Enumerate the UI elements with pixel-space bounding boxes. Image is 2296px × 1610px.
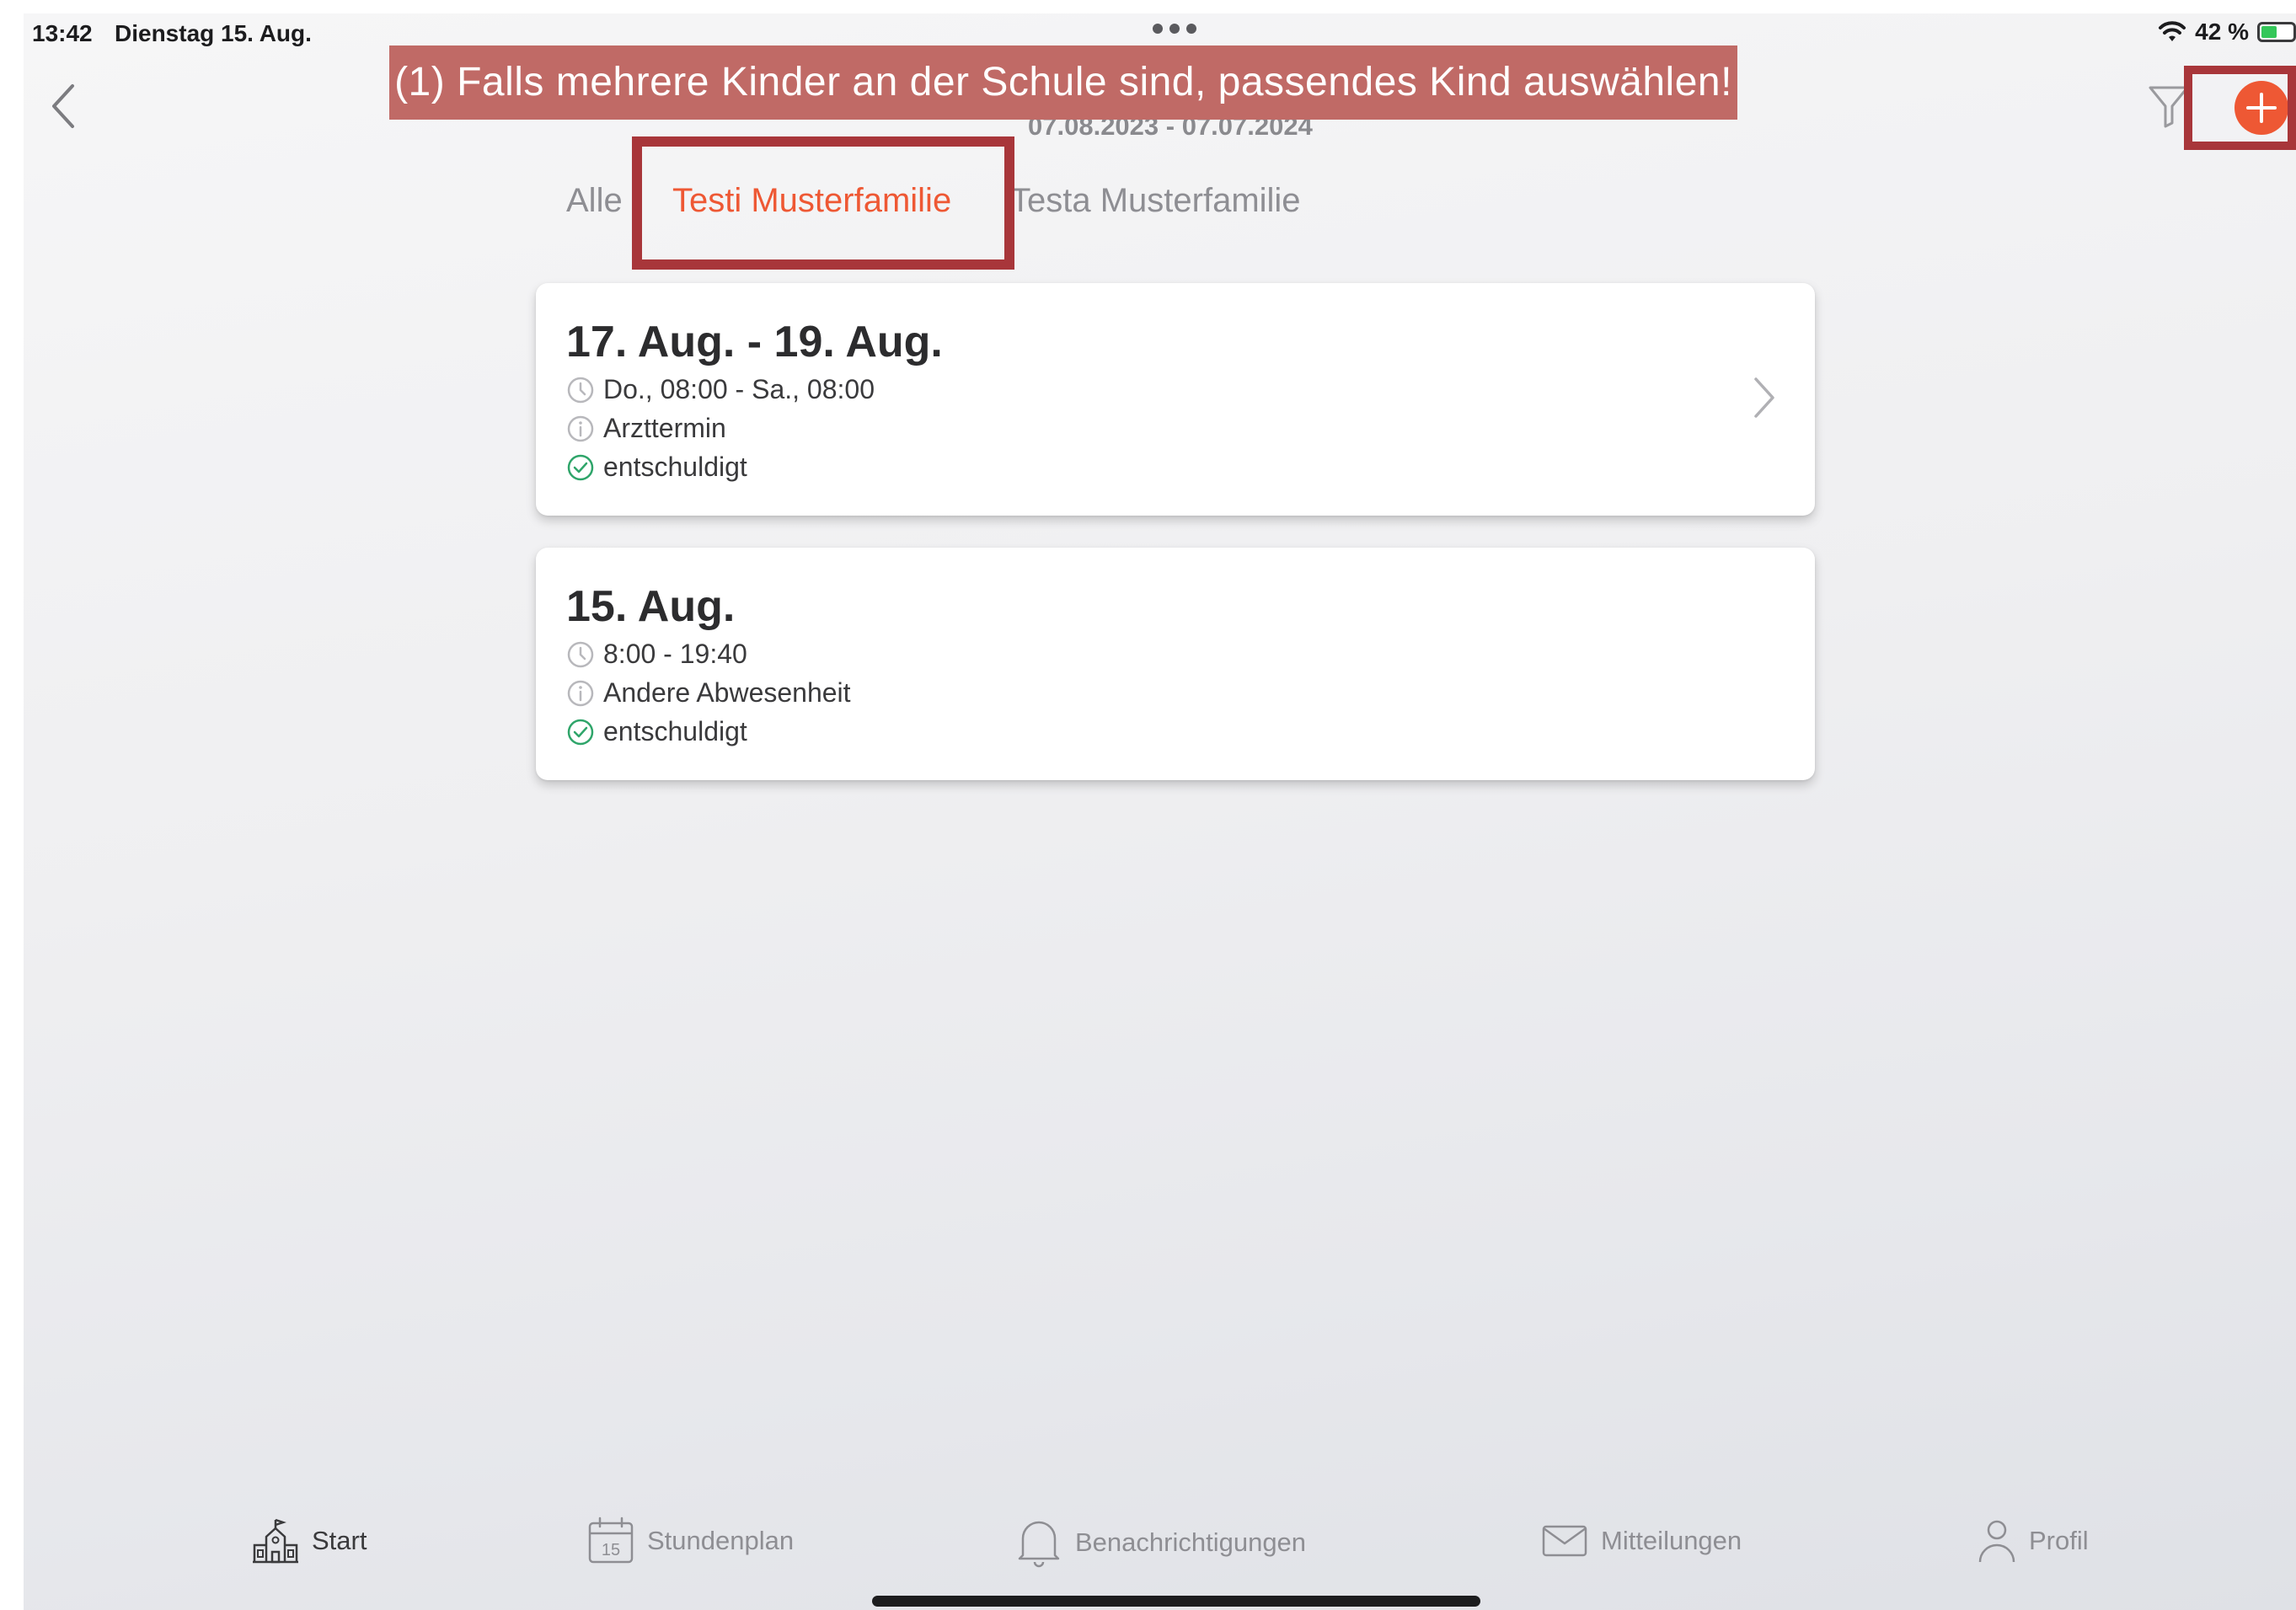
absence-time-row: Do., 08:00 - Sa., 08:00: [566, 374, 875, 405]
absence-time: 8:00 - 19:40: [603, 639, 747, 669]
info-icon: [567, 415, 594, 441]
absence-status-row: entschuldigt: [566, 452, 747, 483]
absence-reason-row: Andere Abwesenheit: [566, 677, 851, 709]
mail-icon: [1542, 1525, 1587, 1557]
nav-stundenplan[interactable]: 15 Stundenplan: [586, 1516, 794, 1565]
absence-date-range: 15. Aug.: [566, 582, 736, 631]
status-date: Dienstag 15. Aug.: [115, 20, 312, 46]
tab-alle[interactable]: Alle: [566, 182, 623, 220]
nav-benachrichtigungen[interactable]: Benachrichtigungen: [1014, 1516, 1306, 1569]
chevron-right-icon[interactable]: [1749, 374, 1778, 421]
status-indicators: 42 %: [2158, 19, 2296, 45]
nav-start[interactable]: Start: [251, 1516, 367, 1565]
absence-card[interactable]: 15. Aug. 8:00 - 19:40 Andere Abwesenheit…: [536, 548, 1815, 780]
back-chevron-icon[interactable]: [44, 81, 83, 131]
nav-benachrichtigungen-label: Benachrichtigungen: [1075, 1527, 1307, 1557]
absence-date-range: 17. Aug. - 19. Aug.: [566, 318, 943, 366]
nav-mitteilungen[interactable]: Mitteilungen: [1540, 1516, 1742, 1565]
absence-time: Do., 08:00 - Sa., 08:00: [603, 374, 875, 404]
absence-time-row: 8:00 - 19:40: [566, 639, 747, 670]
home-indicator[interactable]: [872, 1596, 1480, 1607]
person-icon: [1978, 1520, 2015, 1563]
absence-status-row: entschuldigt: [566, 716, 747, 747]
tab-highlight-frame: [632, 136, 1014, 270]
absence-reason-row: Arzttermin: [566, 413, 726, 444]
nav-mitteilungen-label: Mitteilungen: [1601, 1526, 1742, 1555]
check-circle-icon: [567, 454, 594, 480]
multitasking-dots-icon[interactable]: [1153, 24, 1196, 34]
absence-reason: Andere Abwesenheit: [603, 677, 851, 708]
info-icon: [567, 680, 594, 706]
nav-start-label: Start: [312, 1526, 367, 1555]
add-button-highlight: [2184, 66, 2296, 150]
school-icon: [253, 1518, 298, 1564]
instruction-banner: (1) Falls mehrere Kinder an der Schule s…: [389, 45, 1737, 120]
wifi-icon: [2159, 21, 2186, 41]
check-circle-icon: [567, 719, 594, 745]
clock-icon: [567, 377, 594, 403]
battery-percent: 42 %: [2195, 19, 2249, 45]
absence-card[interactable]: 17. Aug. - 19. Aug. Do., 08:00 - Sa., 08…: [536, 283, 1815, 516]
calendar-icon: 15: [588, 1516, 634, 1564]
bell-icon: [1018, 1521, 1060, 1568]
clock-icon: [567, 641, 594, 667]
absence-status: entschuldigt: [603, 452, 747, 482]
absence-reason: Arzttermin: [603, 413, 726, 443]
nav-stundenplan-label: Stundenplan: [647, 1526, 795, 1555]
absence-status: entschuldigt: [603, 716, 747, 746]
app-root: 13:42 Dienstag 15. Aug. 42 % 07.08.2023 …: [0, 0, 2296, 1610]
tab-testa-musterfamilie[interactable]: Testa Musterfamilie: [1010, 182, 1301, 220]
battery-icon: [2257, 22, 2296, 42]
calendar-day-number: 15: [602, 1541, 620, 1559]
nav-profil-label: Profil: [2029, 1526, 2089, 1555]
nav-profil[interactable]: Profil: [1977, 1516, 2089, 1565]
screen: [24, 13, 2296, 1610]
status-time: 13:42: [32, 20, 93, 46]
